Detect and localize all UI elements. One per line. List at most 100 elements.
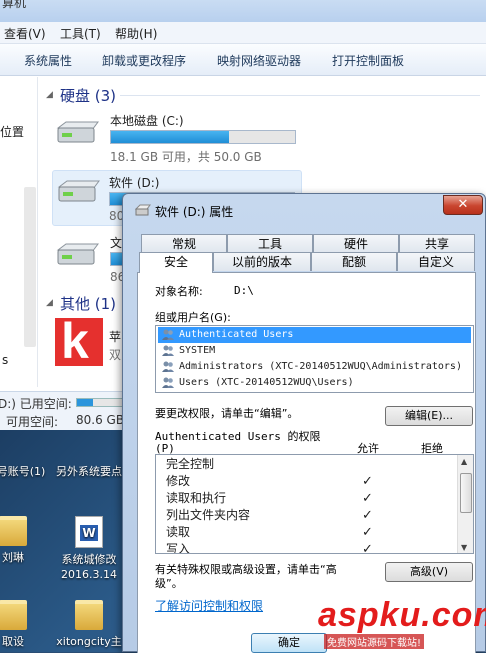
edit-button[interactable]: 编辑(E)...: [385, 406, 473, 426]
scroll-up-icon[interactable]: ▲: [461, 457, 467, 466]
table-row: 读取和执行 ✓: [166, 490, 446, 507]
tab-tools[interactable]: 工具: [227, 234, 313, 253]
nav-item-s[interactable]: s: [2, 353, 8, 367]
other-header: 其他 (1): [60, 295, 117, 313]
drive-c-name: 本地磁盘 (C:): [110, 114, 184, 128]
close-button[interactable]: ✕: [443, 195, 483, 215]
hard-drive-icon: [56, 121, 99, 143]
table-row: 读取 ✓: [166, 524, 446, 541]
permission-name: 读取: [166, 525, 191, 539]
learn-access-control-link[interactable]: 了解访问控制和权限: [155, 597, 263, 614]
permission-name: 写入: [166, 542, 191, 554]
permissions-scrollbar[interactable]: ▲ ▼: [457, 455, 473, 553]
drive-c-usage-bar: [110, 130, 296, 144]
user-name: Administrators (XTC-20140512WUQ\Administ…: [179, 361, 462, 372]
free-space-value: 80.6 GB: [76, 413, 125, 427]
tab-general[interactable]: 常规: [141, 234, 227, 253]
other-item-line1: 苹: [109, 330, 122, 344]
table-row: 列出文件夹内容 ✓: [166, 507, 446, 524]
collapse-other-icon[interactable]: ◢: [46, 298, 53, 308]
k-app-icon[interactable]: k: [55, 313, 103, 369]
list-item[interactable]: Administrators (XTC-20140512WUQ\Administ…: [158, 359, 471, 375]
users-icon: [162, 329, 174, 340]
navigation-pane: 位置 s: [0, 77, 38, 387]
user-name: SYSTEM: [179, 345, 216, 356]
free-space-label: 可用空间:: [6, 415, 59, 429]
nav-item-location[interactable]: 位置: [0, 123, 24, 140]
folder-icon: [0, 600, 27, 630]
change-permissions-text: 要更改权限，请单击“编辑”。: [155, 407, 299, 420]
nav-scrollbar[interactable]: [24, 187, 36, 347]
desktop-icon[interactable]: 另外系统要点: [44, 464, 134, 479]
open-control-panel-button[interactable]: 打开控制面板: [332, 52, 404, 69]
special-permissions-text-2: 级”。: [155, 577, 183, 590]
hard-drive-icon: [57, 180, 100, 202]
permission-name: 完全控制: [166, 457, 215, 471]
scroll-down-icon[interactable]: ▼: [461, 543, 467, 552]
map-network-drive-button[interactable]: 映射网络驱动器: [217, 52, 301, 69]
menu-tools[interactable]: 工具(T): [60, 25, 101, 42]
tab-sharing[interactable]: 共享: [399, 234, 475, 253]
folder-icon: [0, 516, 27, 546]
uninstall-program-button[interactable]: 卸载或更改程序: [102, 52, 186, 69]
drive-c[interactable]: 本地磁盘 (C:) 18.1 GB 可用，共 50.0 GB: [54, 112, 304, 166]
watermark-text: aspku.com: [318, 596, 486, 634]
permissions-for-label: Authenticated Users 的权限: [155, 430, 321, 443]
watermark-logo: aspku.com 免费网站源码下载站!: [318, 596, 486, 652]
desktop-icon-label: 取设: [2, 635, 24, 648]
desktop-icon-label: 号账号(1): [0, 465, 46, 478]
list-item[interactable]: Users (XTC-20140512WUQ\Users): [158, 375, 471, 391]
hard-drive-icon: [56, 243, 99, 265]
word-document-icon: [75, 516, 103, 548]
user-name: Authenticated Users: [179, 329, 294, 340]
users-icon: [162, 361, 174, 372]
dialog-title: 软件 (D:) 属性: [155, 205, 234, 219]
tab-security[interactable]: 安全: [139, 252, 213, 273]
hard-drives-header: 硬盘 (3): [60, 87, 117, 105]
group-divider: [120, 95, 480, 96]
explorer-title-bar: 算机: [0, 0, 486, 22]
drive-d-name: 软件 (D:): [109, 176, 160, 190]
menu-bar: 查看(V) 工具(T) 帮助(H): [0, 22, 486, 44]
collapse-hard-drives-icon[interactable]: ◢: [46, 90, 53, 100]
list-item[interactable]: Authenticated Users: [158, 327, 471, 343]
drive-c-info: 18.1 GB 可用，共 50.0 GB: [110, 150, 262, 164]
menu-help[interactable]: 帮助(H): [115, 25, 157, 42]
drive-icon: [135, 204, 151, 216]
scroll-thumb[interactable]: [460, 473, 472, 513]
group-label: 组或用户名(G):: [155, 311, 231, 324]
permissions-table[interactable]: 完全控制 修改 ✓ 读取和执行 ✓ 列出文件夹内容 ✓ 读取 ✓ 写入 ✓ ▲ …: [155, 454, 474, 554]
allow-check: ✓: [362, 508, 373, 523]
object-name-label: 对象名称:: [155, 285, 203, 298]
tab-quota[interactable]: 配额: [311, 252, 397, 271]
properties-dialog: 软件 (D:) 属性 ✕ 常规 工具 硬件 共享 安全 以前的版本 配额 自定义…: [122, 193, 486, 653]
allow-check: ✓: [362, 474, 373, 489]
users-icon: [162, 377, 174, 388]
system-properties-button[interactable]: 系统属性: [24, 52, 72, 69]
allow-check: ✓: [362, 491, 373, 506]
desktop-icon-label: xitongcity主: [56, 635, 122, 648]
tab-hardware[interactable]: 硬件: [313, 234, 399, 253]
users-icon: [162, 345, 174, 356]
drive-e-name: 文: [110, 236, 123, 250]
tab-previous-versions[interactable]: 以前的版本: [213, 252, 311, 271]
command-bar: 系统属性 卸载或更改程序 映射网络驱动器 打开控制面板: [0, 44, 486, 76]
permission-name: 修改: [166, 474, 191, 488]
user-list[interactable]: Authenticated Users SYSTEM Administrator…: [155, 325, 474, 393]
tab-customize[interactable]: 自定义: [397, 252, 475, 271]
ok-button[interactable]: 确定: [251, 633, 327, 653]
object-name-value: D:\: [234, 284, 254, 297]
desktop-icon[interactable]: 系统城修改 2016.3.14: [44, 516, 134, 582]
list-item[interactable]: SYSTEM: [158, 343, 471, 359]
permission-name: 读取和执行: [166, 491, 227, 505]
used-space-label: D:) 已用空间:: [0, 397, 72, 411]
status-usage-bar: [76, 398, 124, 407]
watermark-subtext: 免费网站源码下载站!: [324, 634, 425, 649]
advanced-button[interactable]: 高级(V): [385, 562, 473, 582]
menu-view[interactable]: 查看(V): [4, 25, 46, 42]
desktop-icon-label: 系统城修改 2016.3.14: [61, 553, 117, 581]
table-row: 修改 ✓: [166, 473, 446, 490]
table-row: 完全控制: [166, 456, 446, 473]
permission-name: 列出文件夹内容: [166, 508, 251, 522]
desktop-icon[interactable]: xitongcity主: [44, 600, 134, 649]
